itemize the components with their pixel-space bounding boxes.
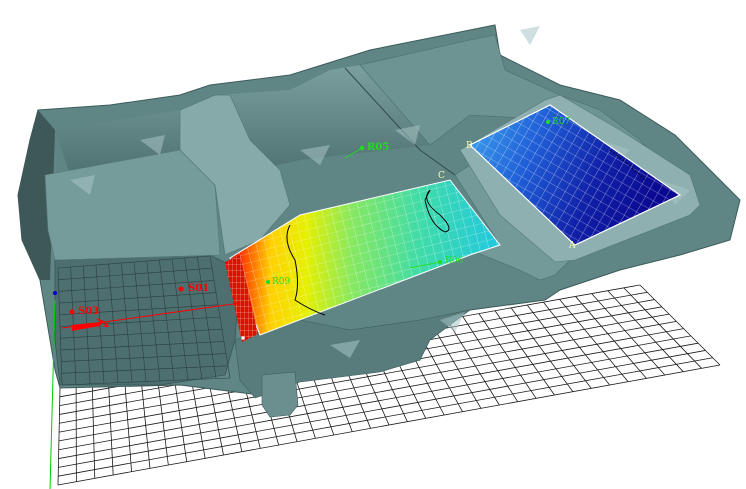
sensor-r07-label: R07: [552, 117, 571, 127]
axis-x-label: x: [103, 319, 110, 330]
sensor-s01-label: S01: [188, 283, 209, 294]
grid-line: [57, 387, 61, 486]
origin-marker: [53, 291, 57, 295]
corner-label-c: C: [438, 171, 445, 181]
grid-line: [510, 307, 574, 392]
grid-line: [494, 310, 555, 396]
sensor-s03-label: S03: [78, 306, 99, 317]
grid-line: [639, 284, 721, 366]
drain-pipe: [261, 371, 299, 418]
grid-line: [607, 290, 684, 372]
grid-line: [140, 373, 151, 469]
left-chamber-floor: [54, 254, 241, 386]
sensor-r07-dot[interactable]: [546, 120, 550, 124]
sensor-inlet-dot[interactable]: [241, 336, 245, 340]
sensor-s01-dot[interactable]: [178, 286, 184, 292]
sensor-r09-dot[interactable]: [266, 280, 270, 284]
grid-line: [124, 376, 132, 472]
sensor-r09-label: R09: [272, 277, 291, 287]
corner-label-b: B: [466, 141, 473, 151]
3d-viewport[interactable]: S01 S03 x R05 R06 R07 R09 A B C: [0, 0, 746, 489]
scene-canvas[interactable]: S01 S03 x R05 R06 R07 R09 A B C: [0, 0, 746, 489]
sensor-r05-label: R05: [367, 142, 389, 153]
corner-label-a: A: [568, 241, 576, 251]
sensor-s03-dot[interactable]: [69, 309, 75, 315]
grid-line: [91, 382, 96, 479]
grid-line: [107, 379, 114, 476]
grid-line: [623, 287, 702, 369]
sensor-r06-label: R06: [445, 256, 464, 266]
